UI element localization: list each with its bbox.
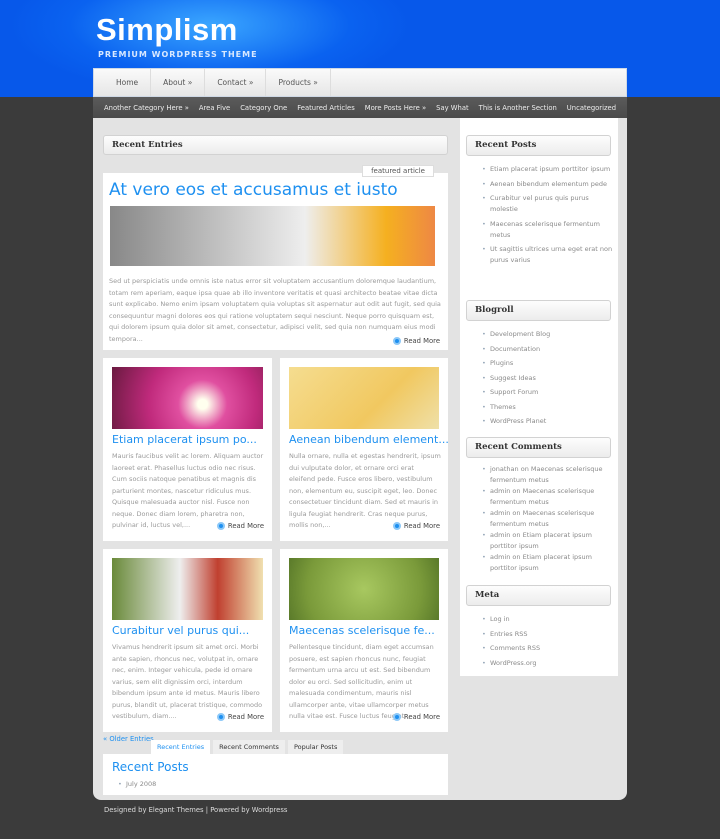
read-more-label: Read More xyxy=(227,713,264,721)
read-more-label: Read More xyxy=(227,522,264,530)
post-title[interactable]: Curabitur vel purus qui... xyxy=(112,624,249,637)
arrow-circle-icon xyxy=(392,522,401,530)
read-more-link[interactable]: Read More xyxy=(216,713,264,721)
post-card: Maecenas scelerisque fe... Pellentesque … xyxy=(280,549,448,732)
nav-contact[interactable]: Contact » xyxy=(205,69,267,96)
list-item[interactable]: Documentation xyxy=(482,344,615,355)
list-item[interactable]: Plugins xyxy=(482,358,615,369)
list-item[interactable]: Log in xyxy=(482,614,615,625)
list-item[interactable]: Support Forum xyxy=(482,387,615,398)
post-title[interactable]: Etiam placerat ipsum po... xyxy=(112,433,257,446)
nav-products[interactable]: Products » xyxy=(266,69,331,96)
tab-bar: Recent Entries Recent Comments Popular P… xyxy=(151,740,344,754)
read-more-label: Read More xyxy=(403,337,440,345)
nav-about[interactable]: About » xyxy=(151,69,206,96)
arrow-circle-icon xyxy=(392,713,401,721)
list-item[interactable]: Comments RSS xyxy=(482,643,615,654)
featured-image[interactable] xyxy=(110,206,435,266)
post-excerpt: Vivamus hendrerit ipsum sit amet orci. M… xyxy=(112,643,263,720)
tab-recent-entries[interactable]: Recent Entries xyxy=(151,740,211,754)
read-more-link[interactable]: Read More xyxy=(392,522,440,530)
post-excerpt: Nulla ornare, nulla et egestas hendrerit… xyxy=(289,452,441,529)
category-link[interactable]: Uncategorized xyxy=(562,97,621,118)
list-item[interactable]: admin on Etiam placerat ipsum porttitor … xyxy=(482,530,615,552)
nav-home[interactable]: Home xyxy=(104,69,152,96)
footer-credits: Designed by Elegant Themes | Powered by … xyxy=(104,806,288,814)
list-item[interactable]: WordPress.org xyxy=(482,658,615,669)
category-link[interactable]: Category One xyxy=(235,97,292,118)
post-card: Curabitur vel purus qui... Vivamus hendr… xyxy=(103,549,272,732)
post-image[interactable] xyxy=(112,558,263,620)
list-item[interactable]: jonathan on Maecenas scelerisque ferment… xyxy=(482,464,615,486)
read-more-link[interactable]: Read More xyxy=(392,337,440,345)
arrow-circle-icon xyxy=(216,522,225,530)
list-item[interactable]: Maecenas scelerisque fermentum metus xyxy=(482,219,615,241)
archive-link[interactable]: July 2008 xyxy=(118,779,251,790)
post-excerpt: Pellentesque tincidunt, diam eget accums… xyxy=(289,643,434,720)
tab-recent-comments[interactable]: Recent Comments xyxy=(213,740,285,754)
category-link[interactable]: Another Category Here » xyxy=(99,97,194,118)
meta-list: Log in Entries RSS Comments RSS WordPres… xyxy=(482,614,615,672)
category-link[interactable]: Featured Articles xyxy=(292,97,360,118)
widget-title: Recent Posts xyxy=(466,135,611,156)
list-item[interactable]: Suggest Ideas xyxy=(482,373,615,384)
tab-popular-posts[interactable]: Popular Posts xyxy=(287,740,344,754)
blogroll-list: Development Blog Documentation Plugins S… xyxy=(482,329,615,431)
site-logo[interactable]: Simplism xyxy=(96,12,238,48)
read-more-link[interactable]: Read More xyxy=(216,522,264,530)
archive-list: July 2008 xyxy=(118,779,251,794)
category-link[interactable]: Say What xyxy=(431,97,474,118)
category-link[interactable]: This is Another Section xyxy=(474,97,562,118)
widget-title: Recent Comments xyxy=(466,437,611,458)
featured-badge: featured article xyxy=(362,165,434,177)
featured-title[interactable]: At vero eos et accusamus et iusto xyxy=(109,180,398,200)
site-tagline: PREMIUM WORDPRESS THEME xyxy=(98,50,258,59)
widget-title: Meta xyxy=(466,585,611,606)
featured-excerpt: Sed ut perspiciatis unde omnis iste natu… xyxy=(109,277,441,343)
sidebar: Recent Posts Etiam placerat ipsum portti… xyxy=(460,118,618,676)
list-item[interactable]: Aenean bibendum elementum pede xyxy=(482,179,615,190)
post-title[interactable]: Aenean bibendum element... xyxy=(289,433,449,446)
section-title: Recent Entries xyxy=(103,135,448,155)
list-item[interactable]: Ut sagittis ultrices urna eget erat non … xyxy=(482,244,615,266)
post-image[interactable] xyxy=(289,367,439,429)
main-nav: Home About » Contact » Products » xyxy=(93,68,627,97)
read-more-label: Read More xyxy=(403,522,440,530)
list-item[interactable]: Themes xyxy=(482,402,615,413)
recent-posts-list: Etiam placerat ipsum porttitor ipsum Aen… xyxy=(482,164,615,270)
widget-title: Blogroll xyxy=(466,300,611,321)
arrow-circle-icon xyxy=(216,713,225,721)
list-item[interactable]: admin on Etiam placerat ipsum porttitor … xyxy=(482,552,615,574)
post-card: Aenean bibendum element... Nulla ornare,… xyxy=(280,358,449,541)
read-more-label: Read More xyxy=(403,713,440,721)
recent-comments-list: jonathan on Maecenas scelerisque ferment… xyxy=(482,464,615,574)
category-nav: Another Category Here » Area Five Catego… xyxy=(93,97,627,118)
read-more-link[interactable]: Read More xyxy=(392,713,440,721)
list-item[interactable]: Etiam placerat ipsum porttitor ipsum xyxy=(482,164,615,175)
tab-panel-title: Recent Posts xyxy=(112,760,189,774)
list-item[interactable]: Entries RSS xyxy=(482,629,615,640)
list-item[interactable]: WordPress Planet xyxy=(482,416,615,427)
older-entries-link[interactable]: « Older Entries xyxy=(103,735,154,743)
tab-panel: Recent Posts July 2008 xyxy=(103,754,448,795)
post-image[interactable] xyxy=(112,367,263,429)
category-link[interactable]: More Posts Here » xyxy=(360,97,431,118)
post-image[interactable] xyxy=(289,558,439,620)
post-excerpt: Mauris faucibus velit ac lorem. Aliquam … xyxy=(112,452,264,529)
featured-article: featured article At vero eos et accusamu… xyxy=(103,165,448,350)
list-item[interactable]: admin on Maecenas scelerisque fermentum … xyxy=(482,486,615,508)
list-item[interactable]: admin on Maecenas scelerisque fermentum … xyxy=(482,508,615,530)
category-link[interactable]: Area Five xyxy=(194,97,235,118)
list-item[interactable]: Development Blog xyxy=(482,329,615,340)
arrow-circle-icon xyxy=(392,337,401,345)
list-item[interactable]: Curabitur vel purus quis purus molestie xyxy=(482,193,615,215)
post-card: Etiam placerat ipsum po... Mauris faucib… xyxy=(103,358,272,541)
post-title[interactable]: Maecenas scelerisque fe... xyxy=(289,624,435,637)
